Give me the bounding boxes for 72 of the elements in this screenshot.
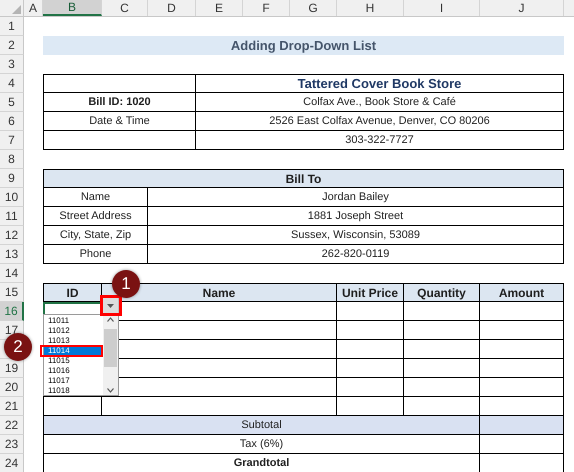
table-cell: Phone (43, 245, 148, 264)
table-cell: 1881 Joseph Street (148, 207, 564, 226)
column-header[interactable]: C (102, 0, 148, 16)
dropdown-option[interactable]: 11016 (44, 366, 103, 376)
sheet-title: Adding Drop-Down List (43, 36, 564, 55)
table-cell: Date & Time (43, 112, 196, 131)
column-header[interactable]: F (243, 0, 290, 16)
row-header[interactable]: 22 (0, 416, 24, 435)
column-header[interactable]: H (337, 0, 404, 16)
table-cell (337, 378, 404, 397)
table-cell: Street Address (43, 207, 148, 226)
row-header[interactable]: 24 (0, 454, 24, 472)
scroll-up-icon[interactable] (107, 317, 114, 322)
column-heading: Quantity (404, 283, 480, 302)
column-header[interactable]: D (148, 0, 196, 16)
dropdown-option[interactable]: 11011 (44, 316, 103, 326)
dropdown-option[interactable]: 11018 (44, 386, 103, 396)
dropdown-option[interactable]: 11013 (44, 336, 103, 346)
table-cell: Bill ID: 1020 (43, 93, 196, 112)
step-number-tooltip: 1 (112, 270, 140, 298)
table-cell: Name (43, 188, 148, 207)
table-cell: Tattered Cover Book Store (196, 74, 564, 93)
row-header[interactable]: 12 (0, 226, 24, 245)
table-cell (337, 340, 404, 359)
row-header[interactable]: 7 (0, 131, 24, 150)
row-header[interactable]: 6 (0, 112, 24, 131)
scrollbar[interactable] (103, 315, 118, 395)
total-label: Subtotal (43, 416, 480, 435)
table-cell: 2526 East Colfax Avenue, Denver, CO 80206 (196, 112, 564, 131)
total-label: Grandtotal (43, 454, 480, 472)
row-header[interactable]: 14 (0, 264, 24, 283)
step-number-tooltip: 2 (4, 333, 32, 361)
scroll-down-icon[interactable] (107, 388, 114, 393)
row-header[interactable]: 13 (0, 245, 24, 264)
row-header[interactable]: 11 (0, 207, 24, 226)
row-header[interactable]: 20 (0, 378, 24, 397)
column-header[interactable]: G (290, 0, 337, 16)
highlight-frame (40, 345, 103, 357)
column-header[interactable]: E (196, 0, 243, 16)
row-header[interactable]: 21 (0, 397, 24, 416)
table-cell (337, 321, 404, 340)
row-header[interactable]: 3 (0, 55, 24, 74)
table-cell (337, 359, 404, 378)
table-cell: Sussex, Wisconsin, 53089 (148, 226, 564, 245)
row-header[interactable]: 23 (0, 435, 24, 454)
table-cell: Jordan Bailey (148, 188, 564, 207)
table-cell: City, State, Zip (43, 226, 148, 245)
row-header[interactable]: 2 (0, 36, 24, 55)
total-label: Tax (6%) (43, 435, 480, 454)
row-header[interactable]: 10 (0, 188, 24, 207)
dropdown-option[interactable]: 11015 (44, 356, 103, 366)
row-header[interactable]: 4 (0, 74, 24, 93)
row-header[interactable]: 5 (0, 93, 24, 112)
table-cell (337, 302, 404, 321)
corner-triangle-icon (12, 5, 21, 14)
column-header[interactable]: I (404, 0, 480, 16)
column-heading: Unit Price (337, 283, 404, 302)
column-heading: ID (43, 283, 102, 302)
row-header[interactable]: 8 (0, 150, 24, 169)
column-header[interactable]: J (480, 0, 564, 16)
row-header[interactable]: 9 (0, 169, 24, 188)
scrollbar-thumb[interactable] (104, 329, 117, 367)
table-cell: 303-322-7727 (196, 131, 564, 150)
column-header[interactable]: B (43, 0, 102, 16)
table-cell: 262-820-0119 (148, 245, 564, 264)
section-header: Bill To (43, 169, 564, 188)
column-heading: Amount (480, 283, 564, 302)
table-cell: Colfax Ave., Book Store & Café (196, 93, 564, 112)
row-header[interactable]: 1 (0, 17, 24, 36)
dropdown-option[interactable]: 11012 (44, 326, 103, 336)
row-header[interactable]: 16 (0, 302, 24, 321)
dropdown-option[interactable]: 11017 (44, 376, 103, 386)
